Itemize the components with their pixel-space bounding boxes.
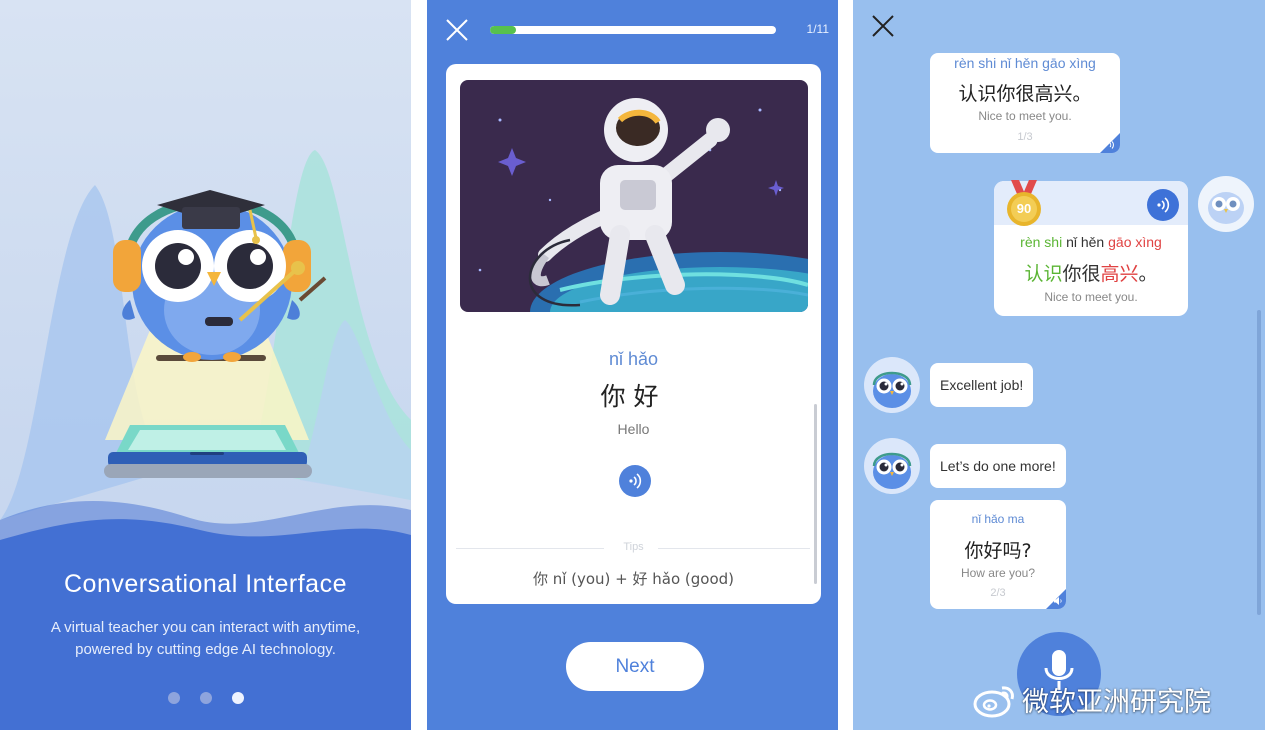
onboarding-screen: Conversational Interface A virtual teach… — [0, 0, 411, 730]
answer-pinyin-segment: rèn shi — [1020, 234, 1063, 250]
weibo-icon — [973, 685, 1014, 717]
user-avatar — [1198, 176, 1254, 232]
answer-hanzi-segment: 高兴 — [1100, 263, 1139, 285]
answer-hanzi-segment: 你很 — [1062, 263, 1101, 285]
lesson-progress-counter: 1/11 — [806, 22, 829, 36]
speaker-icon[interactable] — [1053, 596, 1063, 606]
teacher-avatar — [864, 357, 920, 413]
word-hanzi: 你好 — [600, 382, 667, 411]
prompt-translation: How are you? — [960, 566, 1036, 580]
prompt-card[interactable]: nǐ hǎo ma 你好吗? How are you? 2/3 — [930, 500, 1066, 609]
word-translation: Hello — [617, 421, 650, 437]
onboarding-title: Conversational Interface — [64, 570, 347, 598]
word-breakdown: 你 nǐ (you) + 好 hǎo (good) — [532, 570, 735, 588]
page-dot-1[interactable] — [167, 692, 180, 704]
answer-hanzi: 认识你很高兴。 — [994, 259, 1188, 286]
owl-teacher-icon — [872, 371, 912, 408]
subtitle-line-1: A virtual teacher you can interact with … — [50, 619, 361, 636]
score-medal: 90 — [1003, 180, 1045, 228]
answer-pinyin-segment: gāo xìng — [1108, 234, 1162, 250]
teacher-message: Excellent job! — [930, 363, 1034, 407]
teacher-avatar — [864, 438, 920, 494]
answer-pinyin-segment: nǐ hěn — [1062, 234, 1109, 250]
watermark: 微软亚洲研究院 — [972, 680, 1211, 719]
lesson-progress-bar — [490, 26, 776, 34]
prompt-pinyin: nǐ hǎo ma — [971, 512, 1025, 526]
speaker-icon — [629, 473, 642, 489]
pagination-dots — [0, 692, 411, 704]
tips-label: Tips — [623, 541, 644, 553]
chat-screen: rèn shi nǐ hěn gāo xìng 认识你很高兴。 Nice to … — [853, 0, 1265, 730]
score-value: 90 — [1016, 201, 1032, 216]
prompt-counter: 1/3 — [1017, 131, 1033, 143]
word-pinyin: nǐ hǎo — [608, 349, 659, 369]
astronaut-illustration — [460, 80, 808, 312]
close-icon[interactable] — [445, 18, 469, 42]
onboarding-subtitle: A virtual teacher you can interact with … — [20, 617, 391, 661]
answer-translation: Nice to meet you. — [1044, 290, 1138, 304]
prompt-hanzi: 你好吗? — [964, 540, 1032, 562]
tips-divider-right — [658, 548, 810, 549]
watermark-text: 微软亚洲研究院 — [1022, 687, 1211, 718]
close-icon[interactable] — [871, 14, 895, 38]
prompt-hanzi: 认识你很高兴。 — [958, 83, 1092, 105]
prompt-translation: Nice to meet you. — [978, 109, 1072, 123]
lesson-screen: 1/11 nǐ hǎo 你好 Hello Tips 你 nǐ (you) + 好… — [427, 0, 838, 730]
answer-hanzi-segment: 。 — [1138, 263, 1158, 285]
owl-avatar-icon — [1208, 192, 1244, 224]
answer-hanzi-segment: 认识 — [1024, 263, 1063, 285]
subtitle-line-2: powered by cutting edge AI technology. — [75, 641, 336, 658]
owl-teacher-icon — [872, 452, 912, 489]
background-illustration — [0, 150, 411, 520]
page-dot-2[interactable] — [199, 692, 212, 704]
replay-recording-button[interactable] — [1147, 189, 1179, 221]
card-scrollbar[interactable] — [814, 404, 817, 584]
audio-wave-icon — [1157, 197, 1170, 213]
lesson-progress-fill — [490, 26, 516, 34]
answer-pinyin: rèn shi nǐ hěn gāo xìng — [994, 234, 1188, 250]
play-audio-button[interactable] — [619, 465, 651, 497]
flashcard: nǐ hǎo 你好 Hello Tips 你 nǐ (you) + 好 hǎo … — [446, 64, 821, 604]
speaker-icon[interactable] — [1107, 140, 1117, 150]
teacher-message: Let’s do one more! — [930, 444, 1066, 488]
prompt-pinyin: rèn shi nǐ hěn gāo xìng — [954, 55, 1096, 71]
prompt-card[interactable]: rèn shi nǐ hěn gāo xìng 认识你很高兴。 Nice to … — [930, 53, 1120, 153]
chat-scrollbar[interactable] — [1257, 310, 1261, 615]
page-dot-3-active[interactable] — [231, 692, 244, 704]
next-button[interactable]: Next — [566, 642, 704, 691]
